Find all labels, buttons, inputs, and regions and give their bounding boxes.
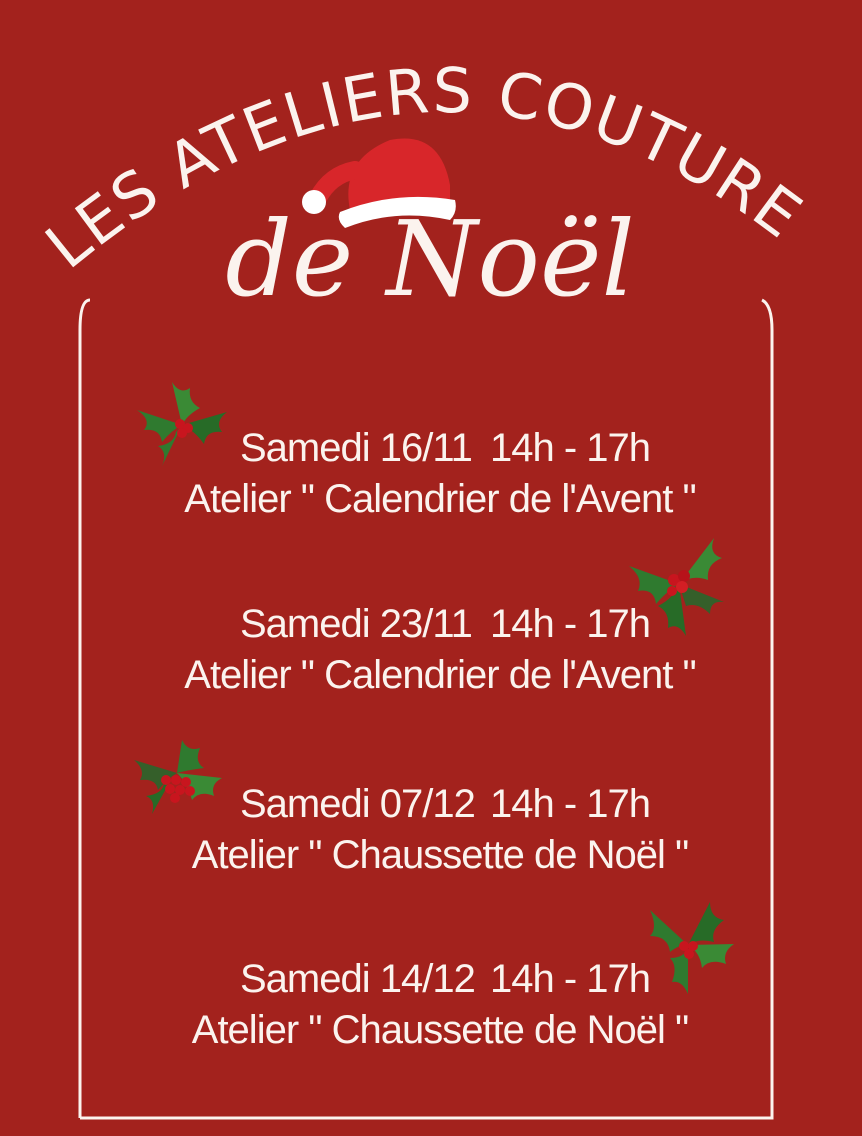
event-time: 14h - 17h: [490, 602, 651, 646]
event-3: Samedi 07/12 14h - 17h Atelier " Chausset…: [160, 780, 720, 882]
event-workshop: Atelier " Calendrier de l'Avent ": [184, 477, 696, 521]
event-workshop: Atelier " Chaussette de Noël ": [191, 833, 689, 877]
event-1: Samedi 16/11 14h - 17h Atelier " Calendri…: [160, 424, 720, 526]
title-area: LES ATELIERS COUTURE de Noël: [32, 54, 814, 320]
holly-icon: [650, 902, 734, 994]
event-workshop: Atelier " Chaussette de Noël ": [191, 1008, 689, 1052]
holly-icon: [629, 538, 724, 636]
poster: LES ATELIERS COUTURE de Noël Samedi 16/1…: [0, 0, 862, 1136]
holly-icon: [134, 740, 222, 814]
event-4: Samedi 14/12 14h - 17h Atelier " Chausset…: [160, 955, 720, 1057]
event-workshop: Atelier " Calendrier de l'Avent ": [184, 653, 696, 697]
event-date: Samedi 16/11: [240, 426, 473, 470]
event-date: Samedi 14/12: [240, 957, 476, 1001]
event-date: Samedi 07/12: [240, 782, 476, 826]
event-date: Samedi 23/11: [240, 602, 473, 646]
event-time: 14h - 17h: [490, 782, 651, 826]
holly-icon: [137, 382, 227, 466]
event-time: 14h - 17h: [490, 957, 651, 1001]
event-time: 14h - 17h: [490, 426, 651, 470]
